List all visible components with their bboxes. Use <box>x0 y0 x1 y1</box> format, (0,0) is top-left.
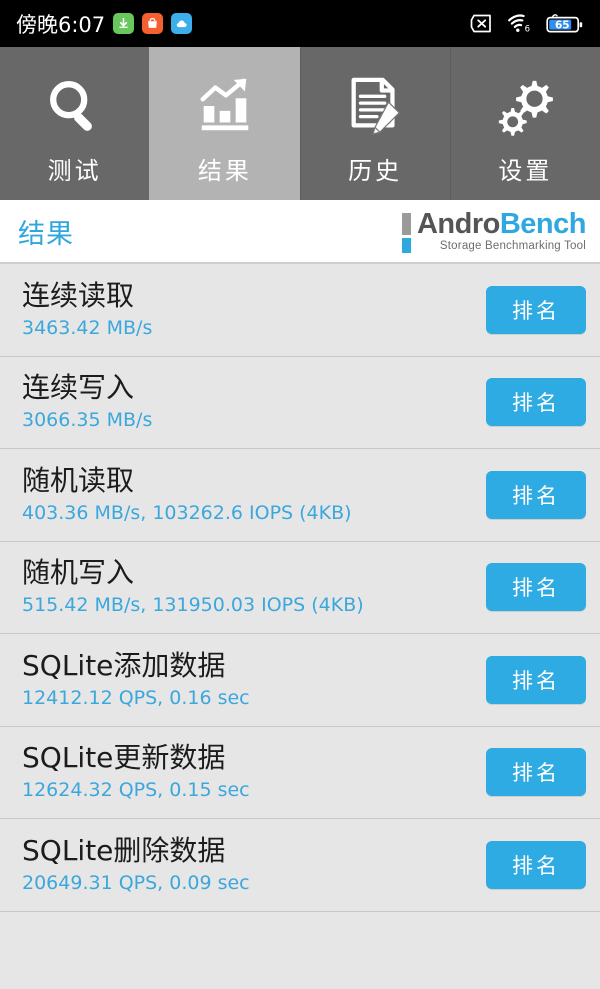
tab-settings[interactable]: 设置 <box>449 47 600 200</box>
row-text-group: SQLite添加数据 12412.12 QPS, 0.16 sec <box>22 649 486 711</box>
rank-button[interactable]: 排名 <box>486 563 586 612</box>
rank-button[interactable]: 排名 <box>486 378 586 427</box>
table-row[interactable]: 随机读取 403.36 MB/s, 103262.6 IOPS (4KB) 排名 <box>0 449 600 542</box>
benchmark-value: 20649.31 QPS, 0.09 sec <box>22 871 250 894</box>
tab-settings-label: 设置 <box>498 157 553 185</box>
rank-button[interactable]: 排名 <box>486 748 586 797</box>
benchmark-value: 403.36 MB/s, 103262.6 IOPS (4KB) <box>22 501 352 524</box>
rank-button[interactable]: 排名 <box>486 655 586 704</box>
row-text-group: 随机写入 515.42 MB/s, 131950.03 IOPS (4KB) <box>22 556 486 618</box>
table-row[interactable]: 随机写入 515.42 MB/s, 131950.03 IOPS (4KB) 排… <box>0 541 600 634</box>
cloud-sync-icon <box>171 13 193 34</box>
benchmark-name: 随机读取 <box>22 463 135 497</box>
table-row[interactable]: 连续写入 3066.35 MB/s 排名 <box>0 356 600 449</box>
download-manager-icon <box>113 13 135 34</box>
tab-history[interactable]: 历史 <box>299 47 450 200</box>
status-bar: 傍晚6:07 6 65 <box>0 0 600 47</box>
sim-card-disabled-icon <box>470 13 494 34</box>
table-row[interactable]: 连续读取 3463.42 MB/s 排名 <box>0 264 600 357</box>
benchmark-value: 12412.12 QPS, 0.16 sec <box>22 686 250 709</box>
document-pencil-icon <box>344 73 406 139</box>
gears-icon <box>494 73 556 139</box>
rank-button[interactable]: 排名 <box>486 840 586 889</box>
logo-bar-blue <box>401 238 411 253</box>
wifi-6-icon: 6 <box>507 13 533 34</box>
benchmark-name: SQLite删除数据 <box>22 833 226 867</box>
rank-button[interactable]: 排名 <box>486 470 586 519</box>
battery-level-text: 65 <box>555 19 570 31</box>
benchmark-value: 515.42 MB/s, 131950.03 IOPS (4KB) <box>22 594 364 617</box>
benchmark-name: SQLite添加数据 <box>22 648 226 682</box>
shopping-app-icon <box>142 13 164 34</box>
tab-results-label: 结果 <box>197 157 252 185</box>
table-row[interactable]: SQLite更新数据 12624.32 QPS, 0.15 sec 排名 <box>0 726 600 819</box>
battery-icon: 65 <box>546 13 584 35</box>
benchmark-value: 3463.42 MB/s <box>22 316 153 339</box>
brand-name-part1: Andro <box>416 208 500 240</box>
status-bar-right: 6 65 <box>470 13 584 35</box>
rank-button[interactable]: 排名 <box>486 285 586 334</box>
row-text-group: 连续写入 3066.35 MB/s <box>22 371 486 433</box>
logo-text: AndroBench Storage Benchmarking Tool <box>416 208 587 252</box>
benchmark-name: 随机写入 <box>22 556 135 590</box>
page-title: 结果 <box>18 218 74 250</box>
row-text-group: 随机读取 403.36 MB/s, 103262.6 IOPS (4KB) <box>22 464 486 526</box>
table-row[interactable]: SQLite添加数据 12412.12 QPS, 0.16 sec 排名 <box>0 634 600 727</box>
brand-name: AndroBench <box>416 208 587 240</box>
status-bar-left: 傍晚6:07 <box>16 9 193 39</box>
svg-text:6: 6 <box>525 24 530 34</box>
tab-history-label: 历史 <box>348 157 403 185</box>
phone-screen: 傍晚6:07 6 65 测试 结果 历史 设置 结果 AndroBench St… <box>0 0 600 989</box>
table-row[interactable]: SQLite删除数据 20649.31 QPS, 0.09 sec 排名 <box>0 819 600 912</box>
row-text-group: SQLite更新数据 12624.32 QPS, 0.15 sec <box>22 741 486 803</box>
status-bar-clock: 傍晚6:07 <box>16 12 106 37</box>
logo-mark-icon <box>401 213 411 253</box>
main-tab-bar: 测试 结果 历史 设置 <box>0 47 600 200</box>
logo-bar-gray <box>401 213 411 235</box>
benchmark-name: 连续写入 <box>22 371 135 405</box>
brand-tagline: Storage Benchmarking Tool <box>439 240 586 252</box>
androbench-logo: AndroBench Storage Benchmarking Tool <box>401 208 587 253</box>
bar-chart-icon <box>194 73 256 139</box>
row-text-group: 连续读取 3463.42 MB/s <box>22 279 486 341</box>
tab-test[interactable]: 测试 <box>0 47 150 200</box>
row-text-group: SQLite删除数据 20649.31 QPS, 0.09 sec <box>22 834 486 896</box>
tab-results[interactable]: 结果 <box>149 47 300 200</box>
list-empty-area <box>0 911 600 989</box>
benchmark-value: 3066.35 MB/s <box>22 409 153 432</box>
brand-name-part2: Bench <box>499 208 587 240</box>
benchmark-name: 连续读取 <box>22 278 135 312</box>
magnifier-icon <box>44 73 106 139</box>
tab-test-label: 测试 <box>47 157 102 185</box>
app-header: 结果 AndroBench Storage Benchmarking Tool <box>0 200 600 264</box>
results-list[interactable]: 连续读取 3463.42 MB/s 排名 连续写入 3066.35 MB/s 排… <box>0 264 600 989</box>
benchmark-name: SQLite更新数据 <box>22 741 226 775</box>
benchmark-value: 12624.32 QPS, 0.15 sec <box>22 779 250 802</box>
